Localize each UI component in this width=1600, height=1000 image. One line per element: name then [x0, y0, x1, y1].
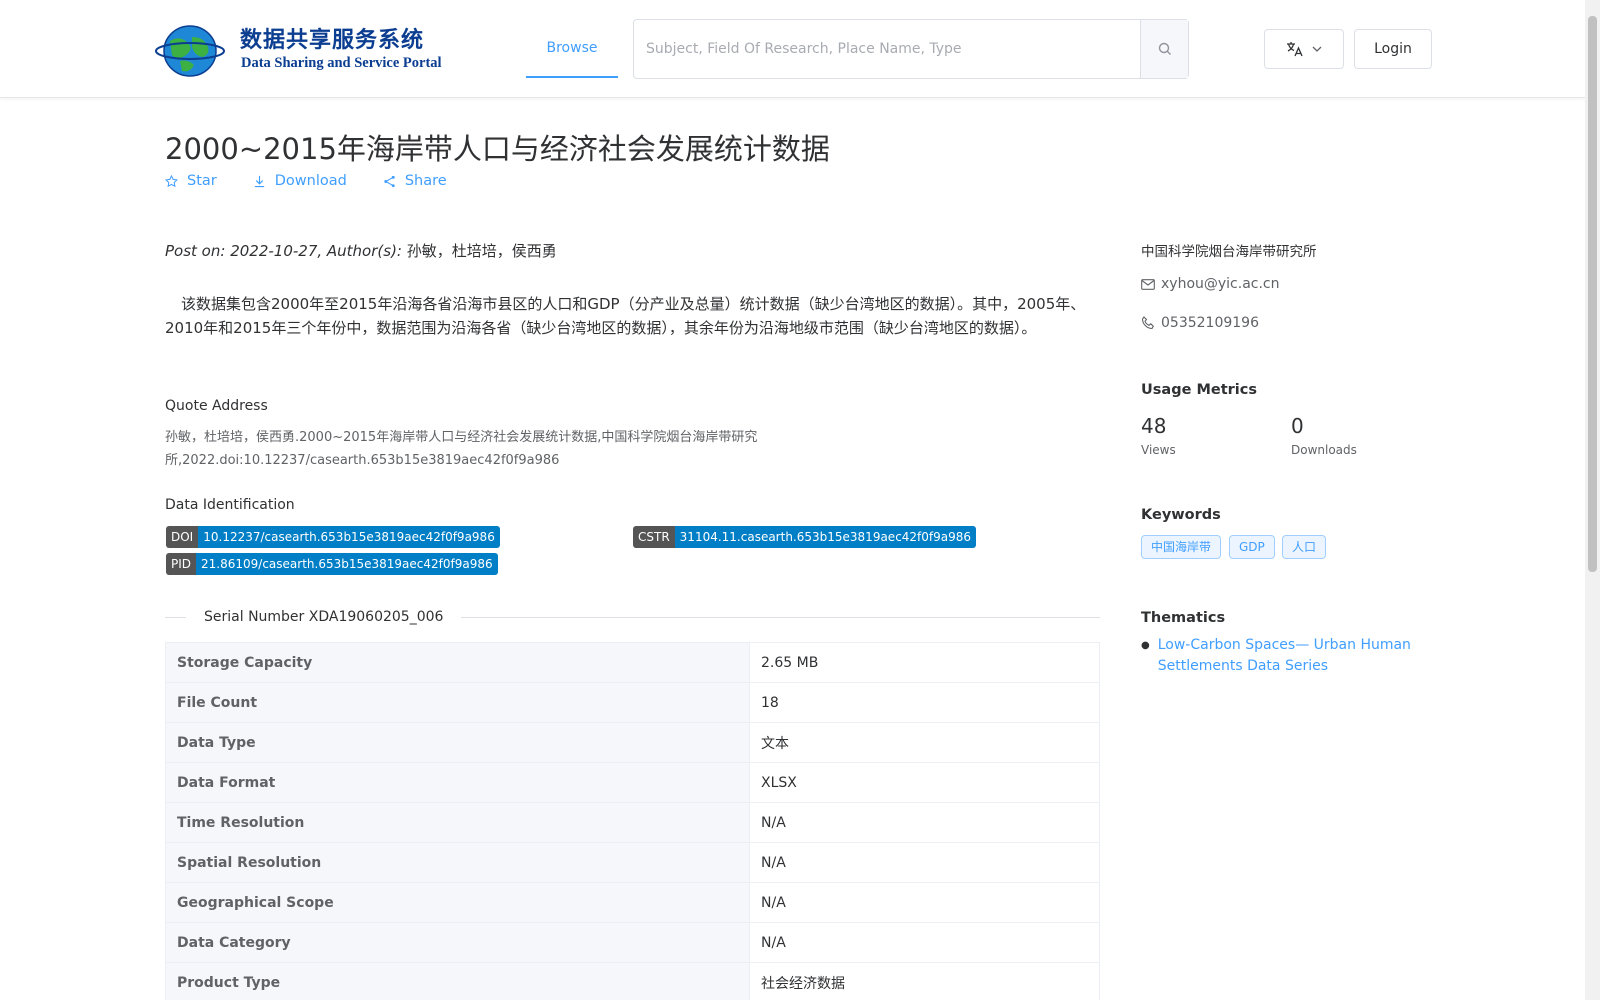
- star-label: Star: [187, 173, 217, 189]
- property-value: 文本: [749, 722, 1100, 763]
- table-row: Data Format XLSX: [165, 762, 1100, 803]
- phone-text: 05352109196: [1161, 315, 1259, 331]
- search-box: [633, 19, 1189, 79]
- data-identification-label: Data Identification: [165, 497, 295, 513]
- table-row: Product Type 社会经济数据: [165, 962, 1100, 1000]
- cstr-badge[interactable]: CSTR 31104.11.casearth.653b15e3819aec42f…: [633, 526, 977, 548]
- property-name: Data Type: [165, 722, 750, 763]
- search-icon: [1158, 42, 1171, 55]
- table-row: Data Type 文本: [165, 722, 1100, 763]
- property-value: 18: [749, 682, 1100, 723]
- property-name: File Count: [165, 682, 750, 723]
- top-header: 数据共享服务系统 Data Sharing and Service Portal…: [0, 0, 1585, 98]
- dataset-actions: Star Download Share: [165, 173, 447, 189]
- property-name: Storage Capacity: [165, 642, 750, 683]
- doi-key: DOI: [166, 526, 199, 548]
- pid-key: PID: [166, 553, 197, 575]
- cstr-key: CSTR: [633, 526, 675, 548]
- page-scrollbar[interactable]: [1585, 0, 1600, 1000]
- nav-browse-tab[interactable]: Browse: [526, 20, 618, 78]
- site-logo[interactable]: 数据共享服务系统 Data Sharing and Service Portal: [152, 19, 442, 79]
- contact-email: xyhou@yic.ac.cn: [1141, 276, 1441, 292]
- share-button[interactable]: Share: [383, 173, 447, 189]
- table-row: Spatial Resolution N/A: [165, 842, 1100, 883]
- property-name: Product Type: [165, 962, 750, 1000]
- table-row: Data Category N/A: [165, 922, 1100, 963]
- globe-logo-icon: [155, 25, 225, 77]
- keyword-tag[interactable]: GDP: [1229, 535, 1275, 559]
- quote-address-label: Quote Address: [165, 398, 268, 414]
- chevron-down-icon: [1312, 46, 1322, 52]
- contact-phone: 05352109196: [1141, 315, 1441, 331]
- property-value: 2.65 MB: [749, 642, 1100, 683]
- institution-name: 中国科学院烟台海岸带研究所: [1141, 244, 1317, 260]
- dataset-title: 2000~2015年海岸带人口与经济社会发展统计数据: [165, 132, 830, 166]
- property-value: N/A: [749, 842, 1100, 883]
- phone-icon: [1141, 316, 1154, 330]
- table-row: Storage Capacity 2.65 MB: [165, 642, 1100, 683]
- table-row: File Count 18: [165, 682, 1100, 723]
- property-value: XLSX: [749, 762, 1100, 803]
- views-label: Views: [1141, 443, 1176, 457]
- star-icon: [165, 174, 178, 187]
- property-name: Time Resolution: [165, 802, 750, 843]
- thematics-title: Thematics: [1141, 610, 1226, 626]
- post-info: Post on: 2022-10-27, Author(s): 孙敏，杜培培，侯…: [165, 240, 557, 261]
- property-value: N/A: [749, 882, 1100, 923]
- bullet-icon: ●: [1141, 640, 1150, 651]
- language-switcher[interactable]: [1264, 29, 1344, 69]
- views-count: 48: [1141, 414, 1167, 438]
- quote-address-text: 孙敏，杜培培，侯西勇.2000~2015年海岸带人口与经济社会发展统计数据,中国…: [165, 430, 758, 468]
- pid-value: 21.86109/casearth.653b15e3819aec42f0f9a9…: [196, 553, 498, 575]
- download-icon: [254, 175, 264, 187]
- scrollbar-thumb[interactable]: [1588, 16, 1597, 572]
- authors: 孙敏，杜培培，侯西勇: [406, 242, 557, 260]
- download-button[interactable]: Download: [253, 173, 347, 189]
- property-value: 社会经济数据: [749, 962, 1100, 1000]
- star-button[interactable]: Star: [165, 173, 217, 189]
- pid-badge[interactable]: PID 21.86109/casearth.653b15e3819aec42f0…: [166, 553, 498, 575]
- download-label: Download: [274, 173, 347, 189]
- downloads-label: Downloads: [1291, 443, 1357, 457]
- mail-icon: [1141, 278, 1155, 290]
- search-input[interactable]: [634, 20, 1140, 78]
- downloads-count: 0: [1291, 414, 1304, 438]
- share-label: Share: [404, 173, 447, 189]
- keyword-tag[interactable]: 中国海岸带: [1141, 535, 1222, 559]
- thematic-link[interactable]: Low-Carbon Spaces— Urban Human Settlemen…: [1158, 635, 1431, 677]
- properties-table: Storage Capacity 2.65 MB File Count 18 Dat…: [165, 642, 1100, 1000]
- table-row: Time Resolution N/A: [165, 802, 1100, 843]
- property-value: N/A: [749, 802, 1100, 843]
- table-row: Geographical Scope N/A: [165, 882, 1100, 923]
- cstr-value: 31104.11.casearth.653b15e3819aec42f0f9a9…: [674, 526, 977, 548]
- post-date-prefix: Post on: 2022-10-27, Author(s):: [165, 242, 407, 260]
- property-value: N/A: [749, 922, 1100, 963]
- usage-metrics-title: Usage Metrics: [1141, 382, 1257, 398]
- thematic-list-item: ● Low-Carbon Spaces— Urban Human Settlem…: [1141, 635, 1431, 677]
- login-button[interactable]: Login: [1354, 29, 1432, 69]
- email-text: xyhou@yic.ac.cn: [1161, 276, 1280, 292]
- property-name: Data Category: [165, 922, 750, 963]
- property-name: Geographical Scope: [165, 882, 750, 923]
- property-name: Data Format: [165, 762, 750, 803]
- logo-english-text: Data Sharing and Service Portal: [241, 55, 442, 71]
- dataset-description: 该数据集包含2000年至2015年沿海各省沿海市县区的人口和GDP（分产业及总量…: [165, 295, 1086, 337]
- keyword-tag[interactable]: 人口: [1282, 535, 1327, 559]
- doi-value: 10.12237/casearth.653b15e3819aec42f0f9a9…: [198, 526, 500, 548]
- serial-number: Serial Number XDA19060205_006: [186, 609, 462, 625]
- property-name: Spatial Resolution: [165, 842, 750, 883]
- share-icon: [384, 175, 395, 187]
- keywords-title: Keywords: [1141, 507, 1221, 523]
- search-button[interactable]: [1140, 20, 1188, 78]
- translate-icon: [1287, 42, 1303, 57]
- doi-badge[interactable]: DOI 10.12237/casearth.653b15e3819aec42f0…: [166, 526, 500, 548]
- logo-chinese-text: 数据共享服务系统: [240, 27, 425, 53]
